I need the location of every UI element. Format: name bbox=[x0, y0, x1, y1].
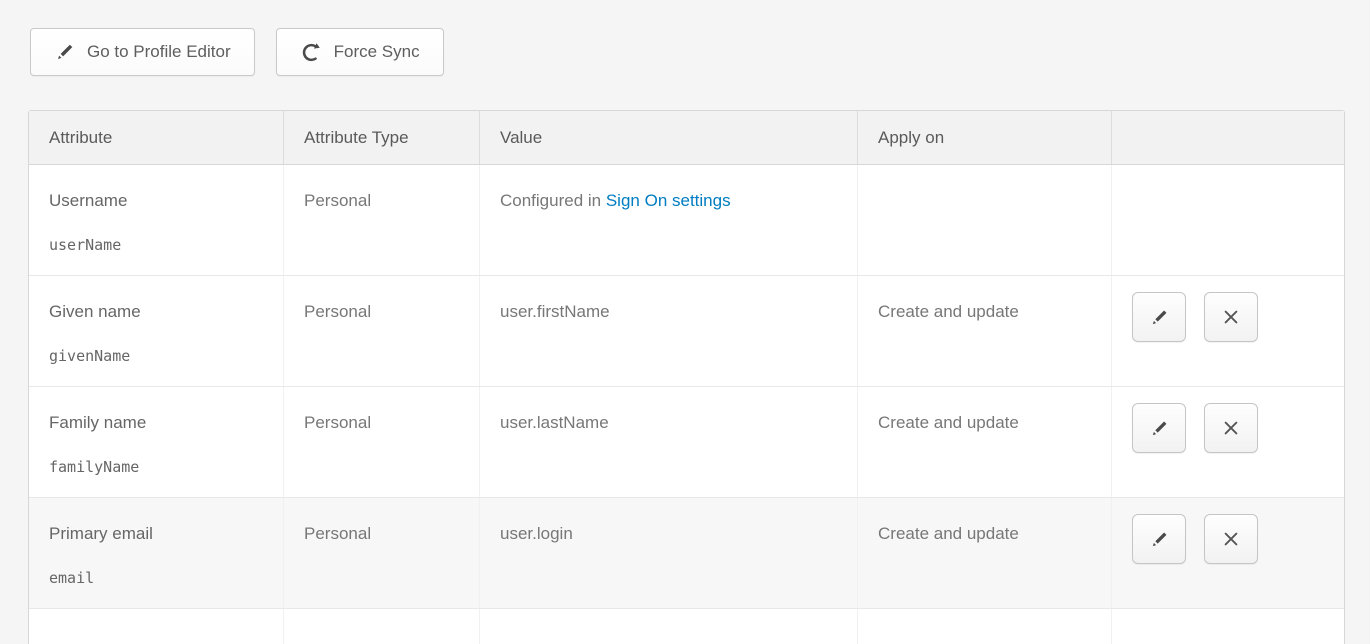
attribute-name: userName bbox=[49, 236, 273, 254]
actions-cell bbox=[1111, 276, 1344, 386]
remove-attribute-button[interactable] bbox=[1204, 403, 1258, 453]
value-text: user.login bbox=[500, 524, 573, 543]
pencil-icon bbox=[1149, 418, 1170, 439]
apply-on-value: Create and update bbox=[878, 524, 1019, 543]
attribute-type-value: Personal bbox=[304, 413, 371, 432]
table-row-primary-email: Primary email email Personal user.login … bbox=[29, 498, 1344, 609]
table-header-row: Attribute Attribute Type Value Apply on bbox=[29, 111, 1344, 165]
apply-on-value: Create and update bbox=[878, 302, 1019, 321]
force-sync-label: Force Sync bbox=[334, 42, 420, 62]
attribute-label: Username bbox=[49, 191, 273, 211]
value-cell: user.login bbox=[479, 498, 857, 608]
apply-on-cell: Create and update bbox=[857, 276, 1111, 386]
refresh-icon bbox=[300, 41, 323, 64]
sign-on-settings-link[interactable]: Sign On settings bbox=[606, 191, 731, 210]
value-text: user.firstName bbox=[500, 302, 610, 321]
edit-attribute-button[interactable] bbox=[1132, 514, 1186, 564]
attribute-type-cell: Personal bbox=[283, 276, 479, 386]
attribute-mapping-table: Attribute Attribute Type Value Apply on … bbox=[28, 110, 1345, 644]
attribute-type-cell: Personal bbox=[283, 387, 479, 497]
header-actions bbox=[1111, 111, 1344, 164]
attribute-cell: Primary email email bbox=[29, 498, 283, 608]
attribute-cell: Given name givenName bbox=[29, 276, 283, 386]
header-attribute: Attribute bbox=[29, 111, 283, 164]
pencil-icon bbox=[1149, 307, 1170, 328]
value-cell: Configured in Sign On settings bbox=[479, 165, 857, 275]
attribute-label: Given name bbox=[49, 302, 273, 322]
pencil-icon bbox=[54, 41, 76, 63]
attribute-name: familyName bbox=[49, 458, 273, 476]
edit-attribute-button[interactable] bbox=[1132, 292, 1186, 342]
table-row-family-name: Family name familyName Personal user.las… bbox=[29, 387, 1344, 498]
actions-cell bbox=[1111, 498, 1344, 608]
attribute-label: Family name bbox=[49, 413, 273, 433]
value-prefix: Configured in bbox=[500, 191, 606, 210]
remove-attribute-button[interactable] bbox=[1204, 292, 1258, 342]
value-text: Configured in Sign On settings bbox=[500, 191, 731, 210]
go-to-profile-editor-button[interactable]: Go to Profile Editor bbox=[30, 28, 255, 76]
value-cell: user.firstName bbox=[479, 276, 857, 386]
table-row-username: Username userName Personal Configured in… bbox=[29, 165, 1344, 276]
edit-attribute-button[interactable] bbox=[1132, 403, 1186, 453]
attribute-type-value: Personal bbox=[304, 302, 371, 321]
header-value: Value bbox=[479, 111, 857, 164]
attribute-cell: Username userName bbox=[29, 165, 283, 275]
actions-cell bbox=[1111, 387, 1344, 497]
x-icon bbox=[1221, 529, 1241, 549]
value-cell: user.lastName bbox=[479, 387, 857, 497]
apply-on-cell: Create and update bbox=[857, 498, 1111, 608]
attribute-type-value: Personal bbox=[304, 191, 371, 210]
x-icon bbox=[1221, 307, 1241, 327]
apply-on-value: Create and update bbox=[878, 413, 1019, 432]
table-row-given-name: Given name givenName Personal user.first… bbox=[29, 276, 1344, 387]
attribute-label: Primary email bbox=[49, 524, 273, 544]
pencil-icon bbox=[1149, 529, 1170, 550]
header-attribute-type: Attribute Type bbox=[283, 111, 479, 164]
remove-attribute-button[interactable] bbox=[1204, 514, 1258, 564]
attribute-type-cell: Personal bbox=[283, 498, 479, 608]
attribute-name: givenName bbox=[49, 347, 273, 365]
attribute-type-value: Personal bbox=[304, 524, 371, 543]
force-sync-button[interactable]: Force Sync bbox=[276, 28, 444, 76]
actions-cell bbox=[1111, 165, 1344, 275]
attribute-name: email bbox=[49, 569, 273, 587]
x-icon bbox=[1221, 418, 1241, 438]
apply-on-cell bbox=[857, 165, 1111, 275]
apply-on-cell: Create and update bbox=[857, 387, 1111, 497]
toolbar: Go to Profile Editor Force Sync bbox=[30, 28, 444, 76]
table-row-empty bbox=[29, 609, 1344, 644]
header-apply-on: Apply on bbox=[857, 111, 1111, 164]
attribute-type-cell: Personal bbox=[283, 165, 479, 275]
attribute-cell: Family name familyName bbox=[29, 387, 283, 497]
go-to-profile-editor-label: Go to Profile Editor bbox=[87, 42, 231, 62]
value-text: user.lastName bbox=[500, 413, 609, 432]
